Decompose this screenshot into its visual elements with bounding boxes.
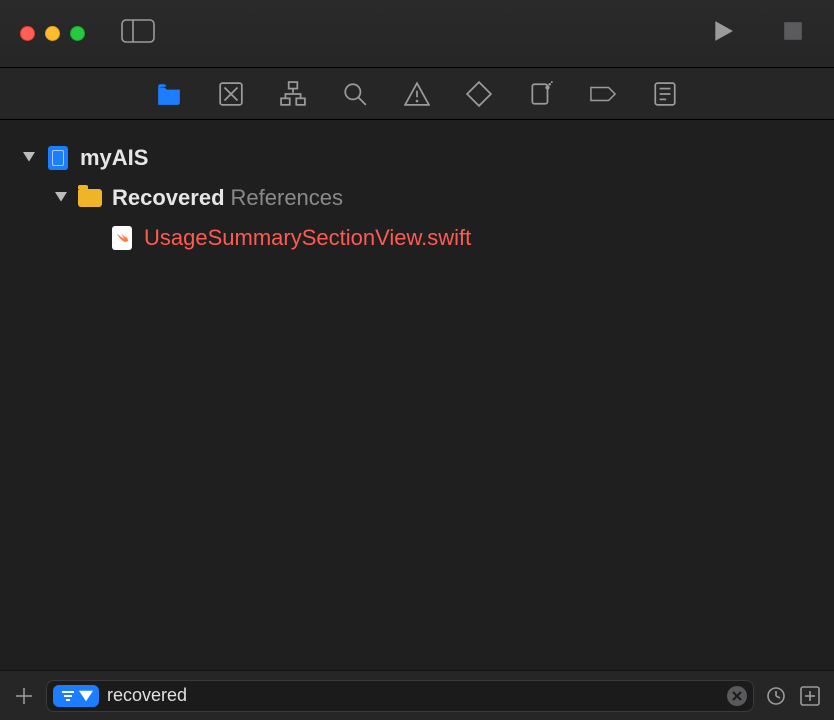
navigator-filter-bar [0, 670, 834, 720]
debug-navigator-tab[interactable] [527, 80, 555, 108]
traffic-lights [20, 26, 85, 41]
window-titlebar [0, 0, 834, 68]
disclosure-triangle-icon[interactable] [20, 149, 38, 167]
run-controls [712, 20, 814, 47]
recovered-references-group[interactable]: Recovered References [0, 178, 834, 218]
breakpoint-navigator-tab[interactable] [589, 80, 617, 108]
project-navigator-tab[interactable] [155, 80, 183, 108]
file-row[interactable]: UsageSummarySectionView.swift [0, 218, 834, 258]
group-subtitle-label: References [231, 185, 344, 211]
minimize-window-button[interactable] [45, 26, 60, 41]
find-navigator-tab[interactable] [341, 80, 369, 108]
source-control-navigator-tab[interactable] [217, 80, 245, 108]
project-name-label: myAIS [80, 145, 148, 171]
source-control-filter-button[interactable] [798, 684, 822, 708]
project-navigator-tree[interactable]: myAIS Recovered References UsageSummaryS… [0, 120, 834, 670]
folder-icon [78, 184, 102, 212]
xcode-project-icon [46, 144, 70, 172]
filter-field[interactable] [46, 680, 754, 712]
run-button[interactable] [712, 20, 734, 47]
swift-file-icon [110, 224, 134, 252]
project-root-row[interactable]: myAIS [0, 138, 834, 178]
toggle-sidebar-button[interactable] [121, 19, 155, 48]
chevron-down-icon [79, 690, 93, 702]
zoom-window-button[interactable] [70, 26, 85, 41]
disclosure-triangle-icon[interactable] [52, 189, 70, 207]
stop-button[interactable] [782, 20, 804, 47]
filter-input[interactable] [107, 685, 719, 706]
clear-filter-button[interactable] [727, 686, 747, 706]
recent-files-button[interactable] [764, 684, 788, 708]
report-navigator-tab[interactable] [651, 80, 679, 108]
filter-scope-button[interactable] [53, 685, 99, 707]
add-button[interactable] [12, 684, 36, 708]
navigator-tab-bar [0, 68, 834, 120]
missing-file-label: UsageSummarySectionView.swift [144, 225, 471, 251]
test-navigator-tab[interactable] [465, 80, 493, 108]
issue-navigator-tab[interactable] [403, 80, 431, 108]
close-window-button[interactable] [20, 26, 35, 41]
symbol-navigator-tab[interactable] [279, 80, 307, 108]
group-title-label: Recovered [112, 185, 225, 211]
